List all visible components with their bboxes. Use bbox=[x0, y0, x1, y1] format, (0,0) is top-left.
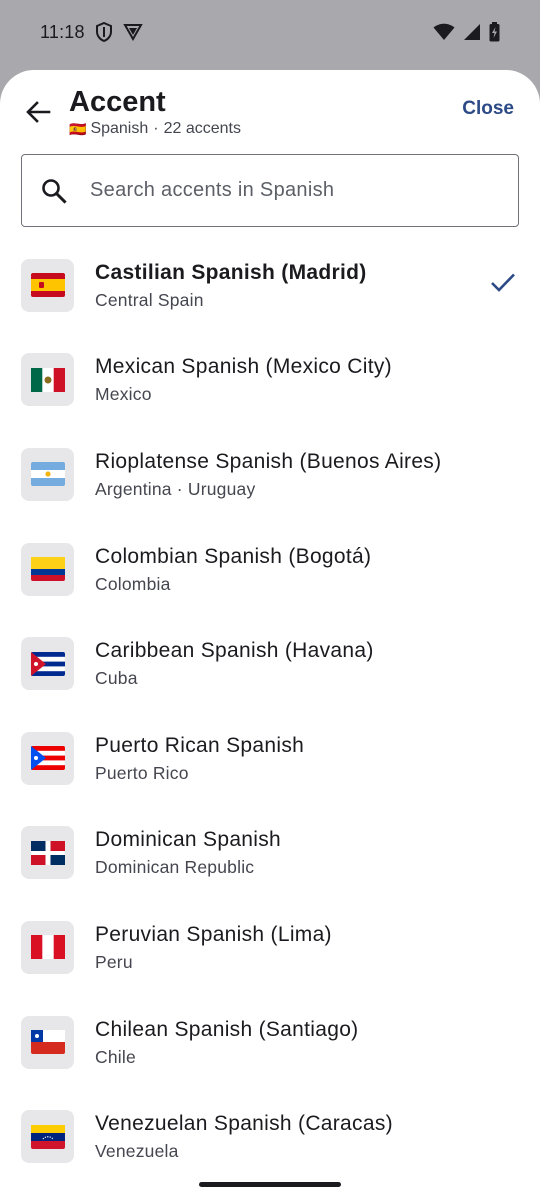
accent-name: Peruvian Spanish (Lima) bbox=[95, 922, 332, 946]
accent-region: Argentina · Uruguay bbox=[95, 478, 256, 499]
do-flag-icon bbox=[21, 826, 74, 880]
accent-name: Venezuelan Spanish (Caracas) bbox=[95, 1112, 393, 1136]
pe-flag-icon bbox=[21, 920, 74, 974]
accent-item[interactable]: Rioplatense Spanish (Buenos Aires) Argent… bbox=[0, 427, 540, 522]
cu-flag-icon bbox=[21, 637, 74, 691]
accent-name: Castilian Spanish (Madrid) bbox=[95, 260, 367, 284]
cellular-signal-icon bbox=[463, 23, 481, 41]
search-icon bbox=[40, 177, 68, 205]
accent-region: Mexico bbox=[95, 384, 152, 405]
ar-flag-icon bbox=[21, 447, 74, 501]
shield-icon bbox=[95, 22, 113, 42]
accent-item[interactable]: Caribbean Spanish (Havana) Cuba bbox=[0, 616, 540, 711]
accent-bottom-sheet: Accent 🇪🇸 Spanish · 22 accents Close Sea… bbox=[0, 70, 540, 1200]
accent-region: Colombia bbox=[95, 573, 171, 594]
wifi-icon bbox=[433, 23, 455, 41]
accent-item-text: Peruvian Spanish (Lima) Peru bbox=[95, 922, 332, 973]
accent-name: Caribbean Spanish (Havana) bbox=[95, 639, 374, 663]
ve-flag-icon bbox=[21, 1110, 74, 1164]
home-indicator[interactable] bbox=[199, 1182, 341, 1187]
accent-region: Dominican Republic bbox=[95, 857, 255, 878]
spain-flag-icon: 🇪🇸 bbox=[69, 120, 87, 137]
accent-item-text: Puerto Rican Spanish Puerto Rico bbox=[95, 733, 304, 784]
accent-region: Central Spain bbox=[95, 289, 204, 310]
accent-item-text: Colombian Spanish (Bogotá) Colombia bbox=[95, 544, 371, 595]
accent-item-text: Chilean Spanish (Santiago) Chile bbox=[95, 1017, 358, 1068]
search-input[interactable]: Search accents in Spanish bbox=[21, 154, 519, 227]
accent-item[interactable]: Puerto Rican Spanish Puerto Rico bbox=[0, 711, 540, 806]
accent-region: Chile bbox=[95, 1046, 136, 1067]
accent-item[interactable]: Dominican Spanish Dominican Republic bbox=[0, 806, 540, 901]
accent-name: Dominican Spanish bbox=[95, 828, 282, 852]
status-time: 11:18 bbox=[40, 21, 85, 42]
page-title: Accent bbox=[69, 86, 166, 118]
es-flag-icon bbox=[21, 258, 74, 312]
accent-item[interactable]: Peruvian Spanish (Lima) Peru bbox=[0, 900, 540, 995]
accent-item[interactable]: Chilean Spanish (Santiago) Chile bbox=[0, 995, 540, 1090]
sheet-header: Accent 🇪🇸 Spanish · 22 accents Close bbox=[0, 70, 540, 150]
accent-item-text: Dominican Spanish Dominican Republic bbox=[95, 827, 281, 878]
accent-item[interactable]: Castilian Spanish (Madrid) Central Spain bbox=[0, 238, 540, 333]
accent-name: Mexican Spanish (Mexico City) bbox=[95, 355, 392, 379]
accent-name: Chilean Spanish (Santiago) bbox=[95, 1017, 359, 1041]
accent-item[interactable]: Venezuelan Spanish (Caracas) Venezuela bbox=[0, 1089, 540, 1184]
accent-region: Peru bbox=[95, 951, 133, 972]
checkmark-icon bbox=[490, 273, 516, 298]
accent-item-text: Castilian Spanish (Madrid) Central Spain bbox=[95, 260, 367, 311]
accent-name: Puerto Rican Spanish bbox=[95, 733, 305, 757]
pr-flag-icon bbox=[21, 731, 74, 785]
subtitle-language: Spanish bbox=[90, 120, 149, 137]
subtitle: 🇪🇸 Spanish · 22 accents bbox=[69, 120, 241, 138]
subtitle-separator: · bbox=[153, 120, 159, 137]
cl-flag-icon bbox=[21, 1015, 74, 1069]
arrow-left-icon bbox=[25, 99, 51, 130]
accent-item-text: Caribbean Spanish (Havana) Cuba bbox=[95, 638, 374, 689]
accent-item-text: Venezuelan Spanish (Caracas) Venezuela bbox=[95, 1111, 393, 1162]
battery-icon bbox=[489, 22, 500, 42]
subtitle-count: 22 accents bbox=[163, 120, 241, 137]
vpn-icon bbox=[122, 23, 143, 41]
back-button[interactable] bbox=[16, 92, 60, 136]
mx-flag-icon bbox=[21, 353, 74, 407]
accent-region: Venezuela bbox=[95, 1141, 179, 1162]
accent-item[interactable]: Colombian Spanish (Bogotá) Colombia bbox=[0, 522, 540, 617]
accent-item[interactable]: Mexican Spanish (Mexico City) Mexico bbox=[0, 333, 540, 428]
accent-region: Cuba bbox=[95, 668, 138, 689]
accent-name: Colombian Spanish (Bogotá) bbox=[95, 544, 372, 568]
co-flag-icon bbox=[21, 542, 74, 596]
close-button[interactable]: Close bbox=[462, 98, 514, 120]
accent-list: Castilian Spanish (Madrid) Central Spain M… bbox=[0, 238, 540, 1184]
accent-region: Puerto Rico bbox=[95, 762, 189, 783]
status-left: 11:18 bbox=[40, 22, 143, 43]
search-placeholder: Search accents in Spanish bbox=[90, 179, 335, 201]
accent-item-text: Mexican Spanish (Mexico City) Mexico bbox=[95, 354, 392, 405]
accent-item-text: Rioplatense Spanish (Buenos Aires) Argent… bbox=[95, 449, 441, 500]
title-block: Accent 🇪🇸 Spanish · 22 accents bbox=[69, 85, 241, 138]
status-right bbox=[433, 22, 500, 42]
status-bar: 11:18 bbox=[0, 0, 540, 64]
accent-name: Rioplatense Spanish (Buenos Aires) bbox=[95, 449, 442, 473]
